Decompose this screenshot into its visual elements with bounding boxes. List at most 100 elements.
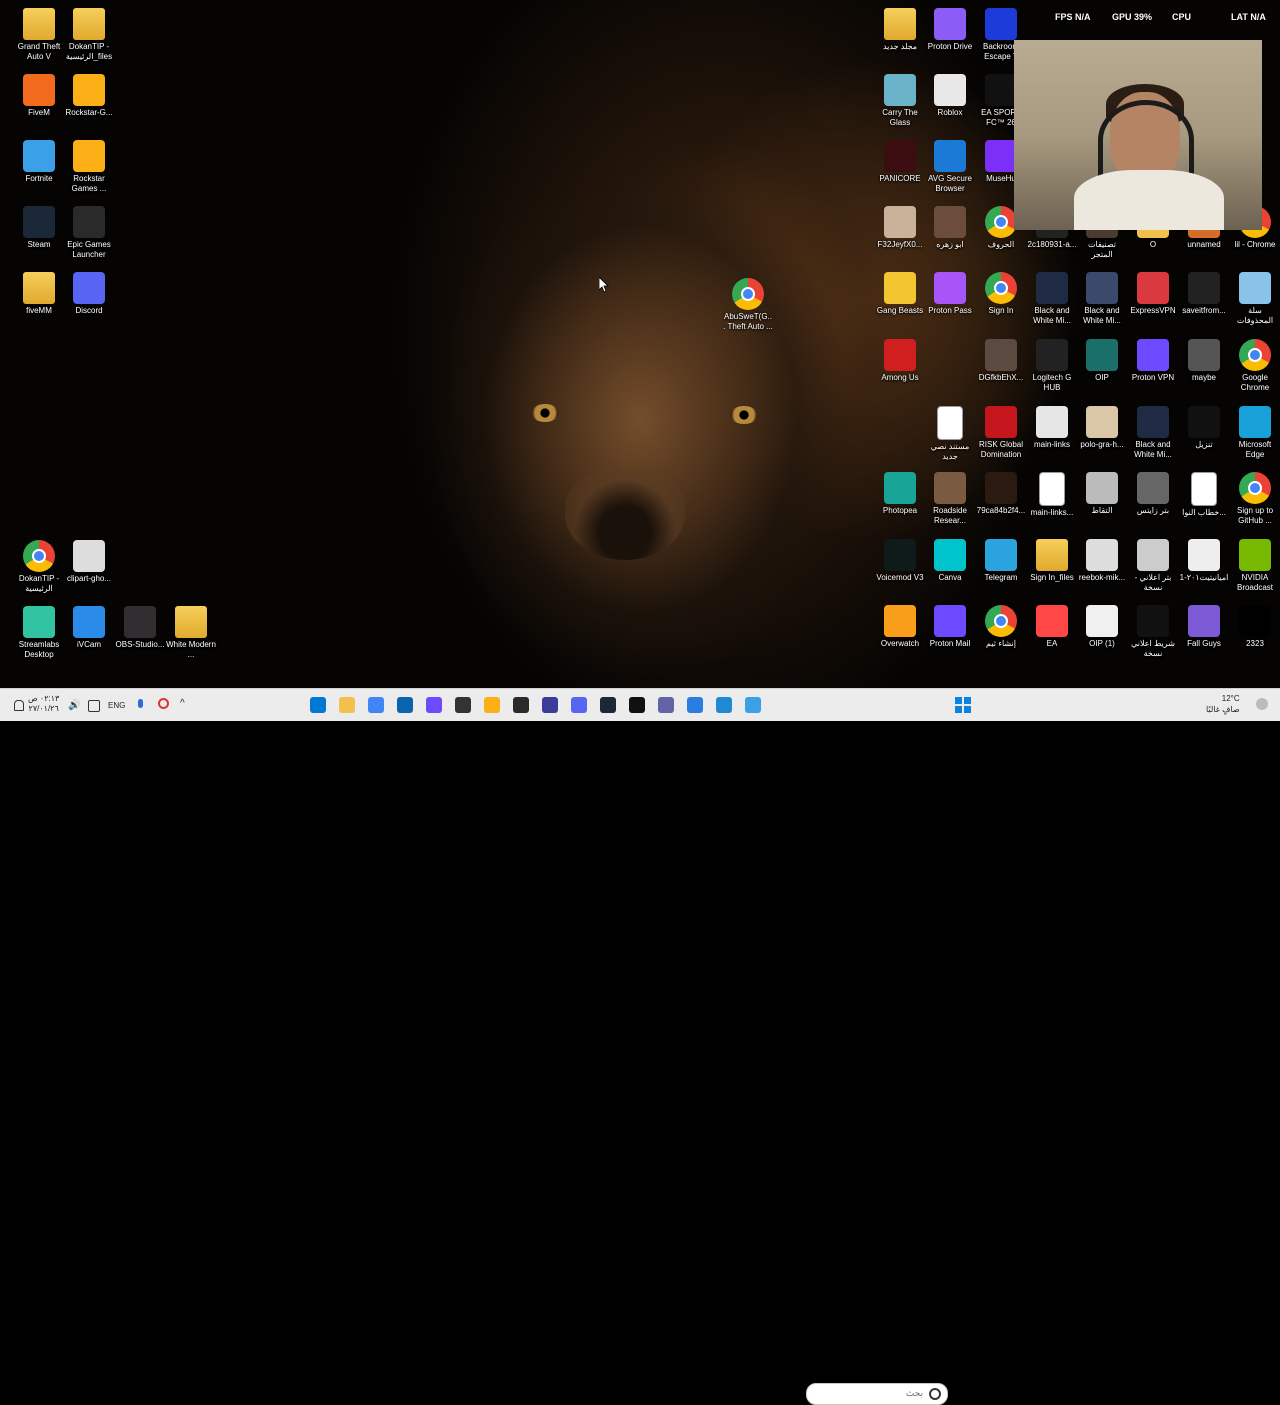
desktop-icon[interactable]: Black and White Mi... [1027, 272, 1077, 326]
notification-icon[interactable] [14, 700, 24, 711]
desktop-icon[interactable]: Proton Drive [925, 8, 975, 52]
desktop-icon[interactable]: Carry The Glass [875, 74, 925, 128]
desktop-icon[interactable]: Roadside Resear... [925, 472, 975, 526]
desktop-icon[interactable]: بتر اعلاني - نسخة [1128, 539, 1178, 593]
volume-icon[interactable]: 🔊 [68, 700, 80, 711]
desktop-icon[interactable]: Black and White Mi... [1128, 406, 1178, 460]
desktop-icon[interactable]: maybe [1179, 339, 1229, 383]
desktop-icon[interactable]: اميانيتيت٢٠١-1 [1179, 539, 1229, 583]
discord-icon[interactable] [571, 697, 587, 713]
desktop-icon[interactable]: Epic Games Launcher [64, 206, 114, 260]
microphone-icon[interactable] [138, 699, 143, 708]
desktop-icon[interactable]: Proton Pass [925, 272, 975, 316]
file-explorer-icon[interactable] [339, 697, 355, 713]
desktop-icon-label: Fortnite [25, 174, 53, 183]
desktop-icon[interactable]: Fall Guys [1179, 605, 1229, 649]
desktop-icon[interactable]: مجلد جديد [875, 8, 925, 52]
search-box[interactable]: بحث [806, 1383, 948, 1405]
notes-icon[interactable] [716, 697, 732, 713]
desktop-icon[interactable]: التقاط [1077, 472, 1127, 516]
tray-icon[interactable] [158, 698, 169, 709]
desktop-icon[interactable]: EA [1027, 605, 1077, 649]
desktop-icon[interactable]: iVCam [64, 606, 114, 650]
rockstar-icon[interactable] [484, 697, 500, 713]
taskbar: ٠٢:١٣ ص ٢٧/٠١/٢٦ 🔊 ENG ^ بحث 12°C صافٍ غ… [0, 688, 1280, 1405]
desktop-icon[interactable]: PANICORE [875, 140, 925, 184]
desktop-icon[interactable]: Overwatch [875, 605, 925, 649]
desktop-icon[interactable]: Proton VPN [1128, 339, 1178, 383]
desktop-icon[interactable]: clipart-gho... [64, 540, 114, 584]
desktop-icon[interactable]: Sign In [976, 272, 1026, 316]
copilot-icon[interactable] [745, 697, 761, 713]
desktop-icon[interactable]: main-links... [1027, 472, 1077, 518]
desktop-icon[interactable]: خطاب النوا... [1179, 472, 1229, 518]
desktop-icon[interactable]: DGfkbEhX... [976, 339, 1026, 383]
desktop-icon[interactable]: Sign In_files [1027, 539, 1077, 583]
epic-icon[interactable] [513, 697, 529, 713]
desktop-icon[interactable]: OIP (1) [1077, 605, 1127, 649]
chrome-icon[interactable] [368, 697, 384, 713]
desktop-icon[interactable]: Gang Beasts [875, 272, 925, 316]
desktop-icon[interactable]: fiveMM [14, 272, 64, 316]
start-icon[interactable] [310, 697, 326, 713]
desktop-icon[interactable]: Streamlabs Desktop [14, 606, 64, 660]
desktop-icon[interactable]: مستند نصي جديد [925, 406, 975, 462]
desktop-icon[interactable]: DokanTIP - الرئيسية [14, 540, 64, 594]
desktop-icon[interactable]: main-links [1027, 406, 1077, 450]
desktop-icon[interactable]: إنشاء ثيم [976, 605, 1026, 649]
desktop-icon[interactable]: Fortnite [14, 140, 64, 184]
desktop-icon[interactable]: بتر زايتس [1128, 472, 1178, 516]
desktop-icon[interactable]: polo-gra-h... [1077, 406, 1127, 450]
desktop-icon[interactable]: شريط اعلاني نسخة [1128, 605, 1178, 659]
desktop-icon[interactable]: OIP [1077, 339, 1127, 383]
desktop-icon[interactable]: Steam [14, 206, 64, 250]
desktop-icon[interactable]: 2323 [1230, 605, 1280, 649]
desktop-icon[interactable]: DokanTIP - الرئيسية_files [64, 8, 114, 62]
start-button[interactable] [955, 697, 971, 713]
proton-vpn-icon[interactable] [426, 697, 442, 713]
outlook-icon[interactable] [397, 697, 413, 713]
desktop-icon[interactable]: saveitfrom... [1179, 272, 1229, 316]
desktop-icon[interactable]: Proton Mail [925, 605, 975, 649]
desktop-icon[interactable]: FiveM [14, 74, 64, 118]
headset-icon[interactable] [542, 697, 558, 713]
desktop-icon[interactable]: Grand Theft Auto V [14, 8, 64, 62]
capcut-icon[interactable] [629, 697, 645, 713]
desktop-icon[interactable]: سلة المحذوفات [1230, 272, 1280, 326]
steam-icon[interactable] [600, 697, 616, 713]
desktop-icon[interactable]: Discord [64, 272, 114, 316]
desktop-icon[interactable]: ابو زهره [925, 206, 975, 250]
capture-icon[interactable] [687, 697, 703, 713]
desktop-icon[interactable]: White Modern ... [166, 606, 216, 660]
desktop-icon[interactable]: Sign up to GitHub ... [1230, 472, 1280, 526]
teams-icon[interactable] [658, 697, 674, 713]
desktop-icon[interactable]: Voicemod V3 [875, 539, 925, 583]
desktop-icon[interactable]: Canva [925, 539, 975, 583]
desktop-icon[interactable]: Black and White Mi... [1077, 272, 1127, 326]
language-indicator[interactable]: ENG [108, 701, 125, 710]
desktop-icon[interactable]: 79ca84b2f4... [976, 472, 1026, 516]
desktop-icon[interactable]: Among Us [875, 339, 925, 383]
desktop-icon[interactable]: NVIDIA Broadcast [1230, 539, 1280, 593]
desktop-icon[interactable]: Rockstar Games ... [64, 140, 114, 194]
desktop-icon[interactable]: Google Chrome [1230, 339, 1280, 393]
desktop-icon[interactable]: Logitech G HUB [1027, 339, 1077, 393]
desktop-icon[interactable]: ExpressVPN [1128, 272, 1178, 316]
desktop-icon[interactable]: Microsoft Edge [1230, 406, 1280, 460]
desktop-icon[interactable]: Telegram [976, 539, 1026, 583]
desktop-icon[interactable]: Photopea [875, 472, 925, 516]
desktop-icon-chrome-shortcut[interactable]: AbuSweT(G... Theft Auto ... [723, 278, 773, 332]
desktop-icon[interactable]: AVG Secure Browser [925, 140, 975, 194]
network-icon[interactable] [88, 700, 100, 712]
desktop-icon[interactable]: Rockstar-G... [64, 74, 114, 118]
chevron-up-icon[interactable]: ^ [180, 698, 185, 709]
desktop-icon[interactable]: F32JeyfX0... [875, 206, 925, 250]
desktop-icon[interactable]: تنزيل [1179, 406, 1229, 450]
notepad-icon[interactable] [455, 697, 471, 713]
clock[interactable]: ٠٢:١٣ ص ٢٧/٠١/٢٦ [28, 694, 59, 714]
desktop-icon[interactable]: Roblox [925, 74, 975, 118]
desktop-icon[interactable]: RISK Global Domination [976, 406, 1026, 460]
desktop-icon[interactable]: reebok-mik... [1077, 539, 1127, 583]
weather-widget[interactable]: 12°C صافٍ غالبًا [1206, 693, 1240, 715]
desktop-icon[interactable]: OBS-Studio... [115, 606, 165, 650]
